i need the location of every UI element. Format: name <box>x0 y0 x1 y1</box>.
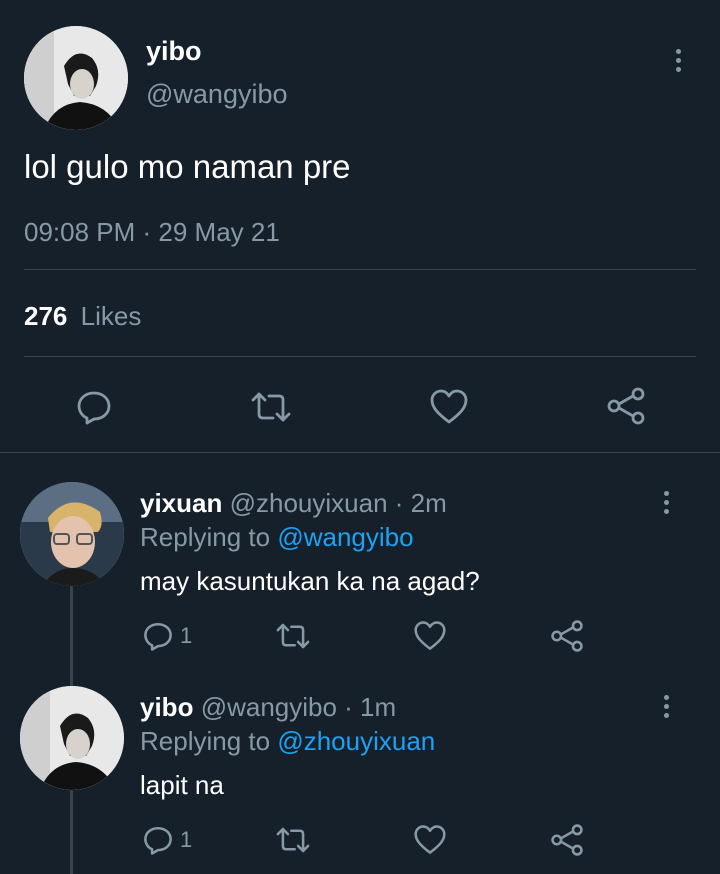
thread-connector-line <box>70 790 73 874</box>
replying-to-link[interactable]: @zhouyixuan <box>277 726 435 756</box>
like-icon[interactable] <box>413 824 447 856</box>
likes-label: Likes <box>80 301 142 331</box>
retweet-icon[interactable] <box>274 620 312 652</box>
reply-time: · 1m <box>344 692 397 722</box>
author-display-name[interactable]: yibo <box>146 36 202 67</box>
replying-to-line: Replying to @zhouyixuan <box>140 726 435 757</box>
share-icon[interactable] <box>606 386 646 426</box>
reply-header: yibo @wangyibo · 1m <box>140 692 396 723</box>
more-options-icon[interactable] <box>666 40 690 80</box>
author-avatar[interactable] <box>24 26 128 130</box>
tweet-text: lol gulo mo naman pre <box>24 148 351 185</box>
retweet-icon[interactable] <box>274 824 312 856</box>
retweet-icon[interactable] <box>249 388 293 426</box>
reply-display-name[interactable]: yibo <box>140 692 193 722</box>
more-options-icon[interactable] <box>654 686 678 726</box>
reply-count: 1 <box>180 623 193 648</box>
like-icon[interactable] <box>413 620 447 652</box>
reply-icon[interactable] <box>75 388 113 426</box>
reply-handle[interactable]: @zhouyixuan <box>230 488 388 518</box>
replying-to-line: Replying to @wangyibo <box>140 522 414 553</box>
reply-header: yixuan @zhouyixuan · 2m <box>140 488 447 519</box>
divider <box>24 356 696 357</box>
reply-icon[interactable]: 1 <box>142 824 192 856</box>
reply-display-name[interactable]: yixuan <box>140 488 222 518</box>
reply-text: may kasuntukan ka na agad? <box>140 566 480 596</box>
replying-to-link[interactable]: @wangyibo <box>277 522 413 552</box>
reply-handle[interactable]: @wangyibo <box>201 692 337 722</box>
author-handle[interactable]: @wangyibo <box>146 79 288 110</box>
replying-to-prefix: Replying to <box>140 726 271 756</box>
tweet-timestamp: 09:08 PM · 29 May 21 <box>24 217 280 247</box>
thread-connector-line <box>70 586 73 686</box>
more-options-icon[interactable] <box>654 482 678 522</box>
divider <box>0 452 720 453</box>
replying-to-prefix: Replying to <box>140 522 271 552</box>
reply-text: lapit na <box>140 770 224 800</box>
reply-time: · 2m <box>394 488 447 518</box>
reply-count: 1 <box>180 827 193 852</box>
reply-avatar[interactable] <box>20 686 124 790</box>
likes-count: 276 <box>24 301 68 331</box>
share-icon[interactable] <box>550 823 584 857</box>
likes-stat[interactable]: 276 Likes <box>24 301 141 332</box>
like-icon[interactable] <box>429 388 469 426</box>
share-icon[interactable] <box>550 619 584 653</box>
reply-avatar[interactable] <box>20 482 124 586</box>
divider <box>24 269 696 270</box>
reply-icon[interactable]: 1 <box>142 620 192 652</box>
